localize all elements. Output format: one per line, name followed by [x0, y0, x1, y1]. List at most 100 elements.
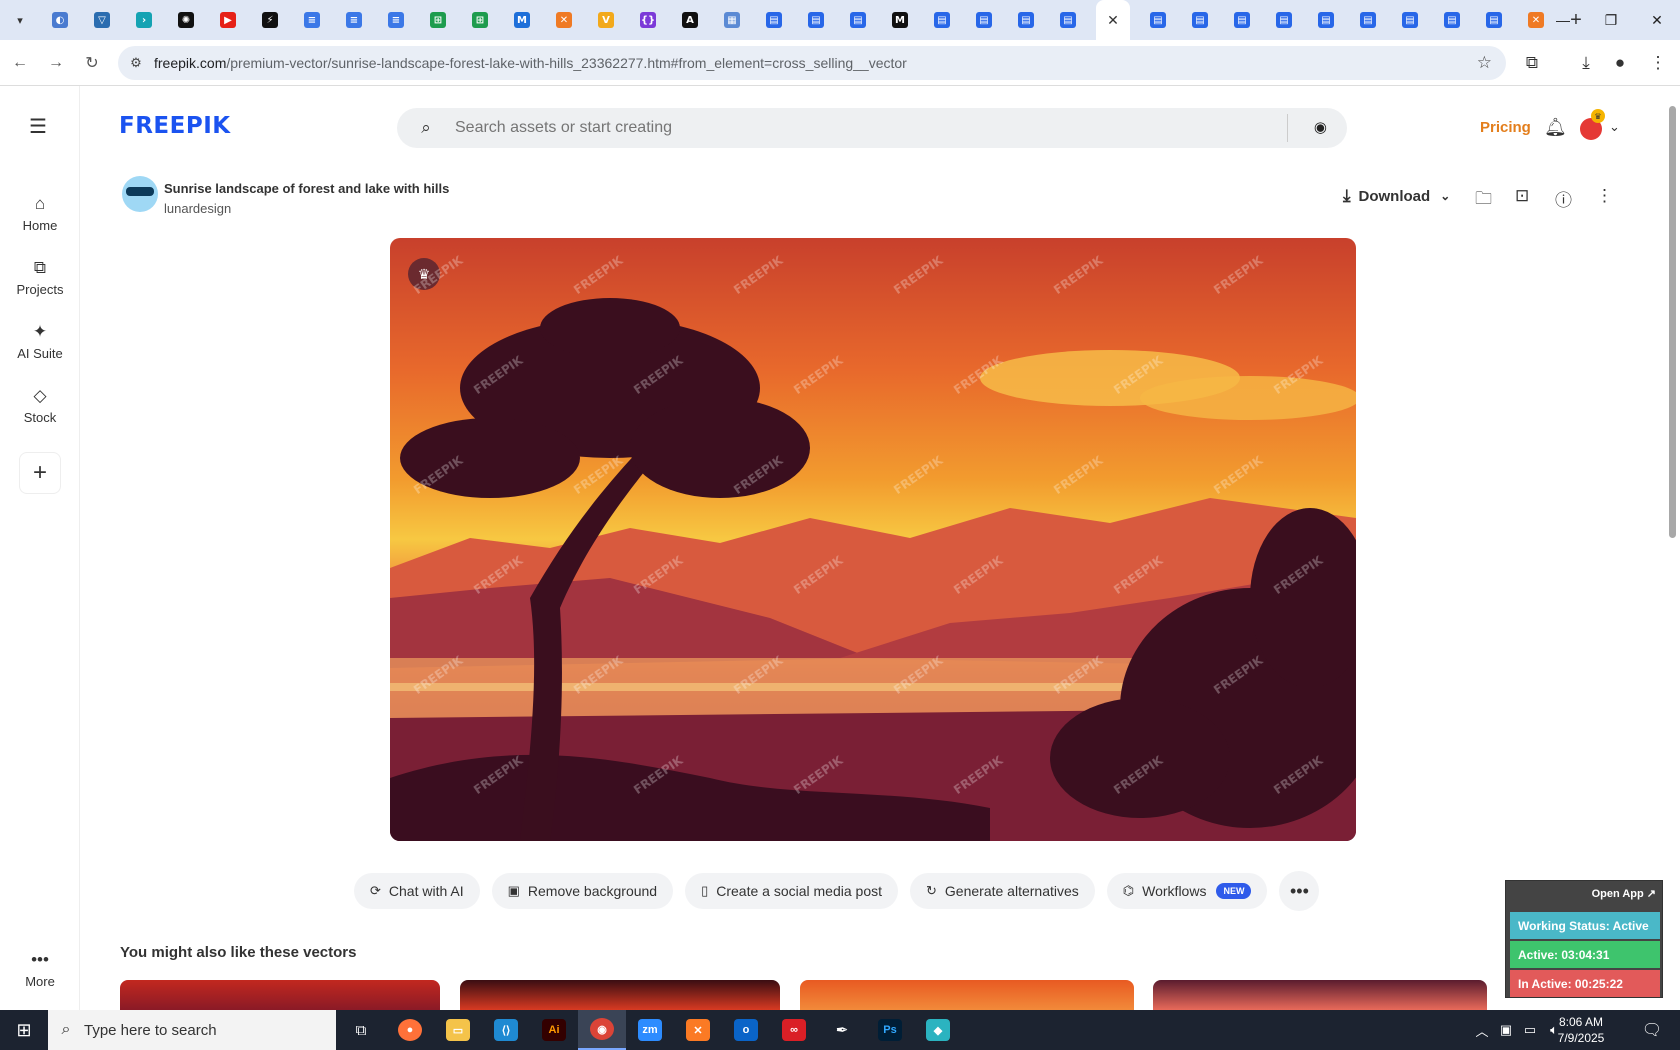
related-thumbnail[interactable] — [1153, 980, 1487, 1010]
more-tools-button[interactable]: ••• — [1279, 871, 1320, 911]
social-media-post-button[interactable]: ▯ Create a social media post — [685, 873, 899, 909]
tray-app-icon[interactable]: ▣ — [1494, 1022, 1518, 1038]
nav-more[interactable]: ••• More — [0, 950, 80, 989]
reload-icon[interactable]: ↻ — [76, 47, 108, 79]
task-view-icon[interactable]: ⧉ — [336, 1010, 386, 1050]
pen-tool-icon[interactable]: ✒ — [818, 1010, 866, 1050]
browser-tab[interactable]: ▤ — [1228, 6, 1256, 34]
more-options-icon[interactable]: ⋮ — [1596, 186, 1613, 206]
illustrator-icon[interactable]: Ai — [530, 1010, 578, 1050]
browser-tab[interactable]: M — [886, 6, 914, 34]
browser-tab[interactable]: ▤ — [1012, 6, 1040, 34]
page-scrollbar[interactable] — [1666, 92, 1678, 1002]
related-thumbnail[interactable] — [800, 980, 1134, 1010]
browser-tab[interactable]: ◐ — [46, 6, 74, 34]
creative-cloud-icon[interactable]: ∞ — [770, 1010, 818, 1050]
browser-tab[interactable]: ▶ — [214, 6, 242, 34]
xampp-icon[interactable]: ✕ — [674, 1010, 722, 1050]
tray-chevron-icon[interactable]: ︿ — [1470, 1021, 1494, 1040]
browser-tab[interactable]: ▤ — [1186, 6, 1214, 34]
network-icon[interactable]: ▭ — [1518, 1022, 1542, 1038]
file-explorer-icon[interactable]: ▭ — [434, 1010, 482, 1050]
outlook-icon[interactable]: o — [722, 1010, 770, 1050]
browser-tab[interactable]: ✕ — [550, 6, 578, 34]
browser-tab[interactable]: ▤ — [1354, 6, 1382, 34]
zoom-icon[interactable]: zm — [626, 1010, 674, 1050]
vscode-icon[interactable]: ⟨⟩ — [482, 1010, 530, 1050]
tab-active[interactable]: ✕ — [1096, 0, 1130, 40]
author-link[interactable]: lunardesign — [164, 201, 231, 216]
browser-tab[interactable]: ▤ — [760, 6, 788, 34]
hamburger-menu-icon[interactable]: ☰ — [29, 114, 47, 139]
nav-stock[interactable]: ◇ Stock — [0, 386, 80, 425]
browser-tab[interactable]: ▽ — [88, 6, 116, 34]
browser-tab[interactable]: ▤ — [1480, 6, 1508, 34]
bell-icon[interactable]: 🔔︎ — [1544, 117, 1567, 138]
browser-tab[interactable]: ⚡ — [256, 6, 284, 34]
photoshop-icon[interactable]: Ps — [866, 1010, 914, 1050]
window-close-icon[interactable]: ✕ — [1634, 0, 1680, 40]
browser-tab[interactable]: ⊞ — [424, 6, 452, 34]
nav-ai-suite[interactable]: ✦ AI Suite — [0, 322, 80, 361]
browser-tab[interactable]: › — [130, 6, 158, 34]
browser-tab[interactable]: ▤ — [1054, 6, 1082, 34]
browser-tab[interactable]: ⊞ — [466, 6, 494, 34]
asset-preview-image[interactable]: ♛ FREEPIK FREEPIK FREEPIK FREEPIK FREEPIK FRE… — [390, 238, 1356, 841]
browser-tab[interactable]: ≡ — [298, 6, 326, 34]
scrollbar-thumb[interactable] — [1669, 106, 1676, 538]
search-input[interactable] — [455, 119, 1275, 137]
taskbar-search[interactable]: ⌕ Type here to search — [48, 1010, 336, 1050]
browser-tab[interactable]: ▦ — [718, 6, 746, 34]
browser-tab[interactable]: ▤ — [1396, 6, 1424, 34]
download-button[interactable]: ⤓ Download ⌄ — [1343, 186, 1450, 206]
remove-background-button[interactable]: ▣ Remove background — [491, 873, 674, 909]
extensions-icon[interactable]: ⧉ — [1516, 47, 1548, 79]
save-to-collection-icon[interactable]: 🗀︎ — [1475, 186, 1492, 215]
browser-tab[interactable]: A — [676, 6, 704, 34]
tab-search-chevron-icon[interactable]: ▾ — [0, 0, 40, 40]
browser-menu-icon[interactable]: ⋮ — [1642, 47, 1674, 79]
workflows-button[interactable]: ⌬ Workflows NEW — [1106, 873, 1268, 909]
browser-tab[interactable]: ▤ — [844, 6, 872, 34]
browser-tab[interactable]: ≡ — [340, 6, 368, 34]
app-icon[interactable]: ◆ — [914, 1010, 962, 1050]
site-info-icon[interactable]: ⚙ — [118, 55, 154, 71]
nav-projects[interactable]: ⧉ Projects — [0, 258, 80, 297]
browser-tab[interactable]: ✺ — [172, 6, 200, 34]
open-app-link[interactable]: Open App ↗ — [1592, 887, 1656, 900]
restore-icon[interactable]: ❐ — [1588, 0, 1634, 40]
downloads-icon[interactable]: ⤓ — [1570, 47, 1602, 79]
add-button[interactable]: + — [19, 452, 61, 494]
profile-icon[interactable]: ● — [1604, 47, 1636, 79]
omnibox[interactable]: ⚙ freepik.com/premium-vector/sunrise-lan… — [118, 46, 1506, 80]
generate-alternatives-button[interactable]: ↻ Generate alternatives — [910, 873, 1095, 909]
related-thumbnail[interactable] — [120, 980, 440, 1010]
browser-tab[interactable]: ▤ — [1270, 6, 1298, 34]
minimize-icon[interactable]: — — [1540, 0, 1586, 40]
browser-tab[interactable]: ▤ — [928, 6, 956, 34]
browser-tab[interactable]: {} — [634, 6, 662, 34]
browser-tab[interactable]: ≡ — [382, 6, 410, 34]
firefox-icon[interactable]: ● — [386, 1010, 434, 1050]
browser-tab[interactable]: ▤ — [802, 6, 830, 34]
url-text[interactable]: freepik.com/premium-vector/sunrise-lands… — [154, 55, 907, 71]
nav-home[interactable]: ⌂ Home — [0, 194, 80, 233]
author-avatar[interactable] — [122, 176, 158, 212]
bookmark-star-icon[interactable]: ☆ — [1477, 53, 1492, 73]
notification-icon[interactable]: 🗨︎ — [1632, 1010, 1672, 1050]
browser-tab[interactable]: M — [508, 6, 536, 34]
info-icon[interactable]: ⓘ — [1555, 186, 1572, 211]
chat-with-ai-button[interactable]: ⟳ Chat with AI — [354, 873, 480, 909]
pricing-link[interactable]: Pricing — [1480, 119, 1531, 136]
chevron-down-icon[interactable]: ⌄ — [1609, 119, 1620, 135]
camera-icon[interactable]: ◉ — [1314, 118, 1327, 136]
browser-tab[interactable]: ▤ — [1144, 6, 1172, 34]
browser-tab[interactable]: ▤ — [970, 6, 998, 34]
windows-start-icon[interactable]: ⊞ — [0, 1010, 48, 1050]
browser-tab[interactable]: ▤ — [1312, 6, 1340, 34]
back-icon[interactable]: ← — [4, 47, 36, 79]
taskbar-clock[interactable]: 8:06 AM 7/9/2025 — [1546, 1014, 1616, 1046]
freepik-logo[interactable]: FREEPIK — [119, 113, 231, 139]
edit-image-icon[interactable]: ⊡ — [1515, 186, 1529, 206]
close-icon[interactable]: ✕ — [1107, 12, 1119, 29]
